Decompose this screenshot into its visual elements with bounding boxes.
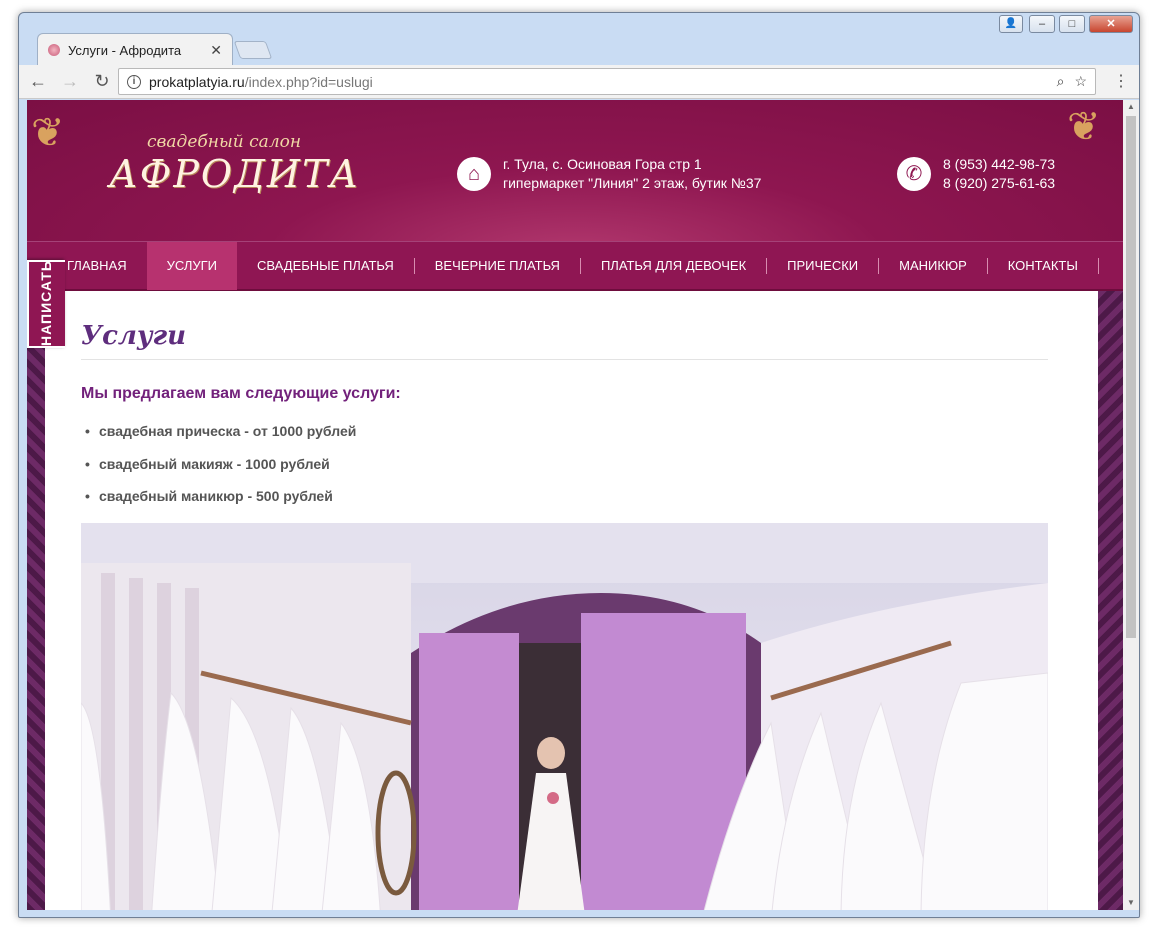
scrollbar[interactable]: ▲ ▼ — [1123, 100, 1139, 910]
corner-ornament-left: ❦ — [31, 110, 65, 156]
new-tab-button[interactable] — [233, 41, 273, 59]
nav-item-wedding-dresses[interactable]: СВАДЕБНЫЕ ПЛАТЬЯ — [237, 242, 414, 290]
url-text[interactable]: prokatplatyia.ru/index.php?id=uslugi — [149, 74, 1047, 90]
site-header: ❦ ❦ свадебный салон АФРОДИТА ⌂ г. Тула, … — [27, 100, 1124, 241]
logo-tagline: свадебный салон — [147, 132, 302, 152]
minimize-button[interactable]: – — [1029, 15, 1055, 33]
page-title: Услуги — [81, 321, 187, 351]
info-icon[interactable]: i — [127, 74, 141, 89]
services-intro: Мы предлагаем вам следующие услуги: — [81, 385, 401, 402]
nav-item-hairstyles[interactable]: ПРИЧЕСКИ — [767, 242, 878, 290]
browser-tab[interactable]: Услуги - Афродита ✕ — [37, 33, 233, 66]
nav-item-manicure[interactable]: МАНИКЮР — [879, 242, 987, 290]
address-line-2: гипермаркет "Линия" 2 этаж, бутик №37 — [503, 175, 762, 191]
services-list: свадебная прическа - от 1000 рублей свад… — [85, 423, 356, 521]
forward-icon[interactable]: → — [57, 71, 83, 92]
browser-window: 👤 – □ ✕ Услуги - Афродита ✕ ← → ↻ i prok… — [18, 12, 1140, 918]
salon-photo-illustration — [81, 523, 1048, 910]
nav-separator — [1097, 257, 1099, 274]
corner-ornament-right: ❦ — [1067, 104, 1101, 150]
maximize-button[interactable]: □ — [1059, 15, 1085, 33]
favicon-icon — [48, 44, 60, 56]
bookmark-star-icon[interactable]: ☆ — [1074, 73, 1087, 90]
browser-menu-icon[interactable]: ⋮ — [1113, 71, 1129, 91]
list-item: свадебный маникюр - 500 рублей — [85, 488, 356, 521]
nav-item-services[interactable]: УСЛУГИ — [146, 241, 238, 290]
url-path: /index.php?id=uslugi — [244, 73, 373, 90]
address-line-1: г. Тула, с. Осиновая Гора стр 1 — [503, 156, 702, 172]
back-icon[interactable]: ← — [25, 71, 51, 92]
address-bar[interactable]: i prokatplatyia.ru/index.php?id=uslugi ⌕… — [118, 68, 1096, 95]
write-button[interactable]: НАПИСАТЬ — [27, 260, 65, 348]
scroll-up-icon[interactable]: ▲ — [1123, 100, 1139, 114]
side-pattern-left — [27, 291, 45, 910]
scrollbar-thumb[interactable] — [1126, 116, 1136, 638]
address-block: ⌂ г. Тула, с. Осиновая Гора стр 1 гиперм… — [457, 155, 761, 193]
main-nav: ГЛАВНАЯ УСЛУГИ СВАДЕБНЫЕ ПЛАТЬЯ ВЕЧЕРНИЕ… — [27, 241, 1124, 291]
nav-item-contacts[interactable]: КОНТАКТЫ — [988, 242, 1098, 290]
salon-photo — [81, 523, 1048, 910]
browser-toolbar: ← → ↻ i prokatplatyia.ru/index.php?id=us… — [19, 65, 1139, 99]
close-tab-icon[interactable]: ✕ — [210, 42, 222, 59]
close-window-button[interactable]: ✕ — [1089, 15, 1133, 33]
home-icon: ⌂ — [457, 157, 491, 191]
phone-2[interactable]: 8 (920) 275-61-63 — [943, 174, 1055, 193]
url-host: prokatplatyia.ru — [149, 73, 245, 90]
list-item: свадебная прическа - от 1000 рублей — [85, 423, 356, 456]
user-icon[interactable]: 👤 — [999, 15, 1023, 33]
phone-block: ✆ 8 (953) 442-98-73 8 (920) 275-61-63 — [897, 155, 1055, 193]
scroll-down-icon[interactable]: ▼ — [1123, 896, 1139, 910]
logo-name: АФРОДИТА — [109, 152, 361, 196]
list-item: свадебный макияж - 1000 рублей — [85, 456, 356, 489]
phone-1[interactable]: 8 (953) 442-98-73 — [943, 155, 1055, 174]
title-divider — [81, 359, 1048, 360]
page-viewport: ❦ ❦ свадебный салон АФРОДИТА ⌂ г. Тула, … — [27, 100, 1124, 910]
zoom-icon[interactable]: ⌕ — [1057, 73, 1065, 90]
tab-title: Услуги - Афродита — [68, 42, 182, 58]
phone-icon: ✆ — [897, 157, 931, 191]
reload-icon[interactable]: ↻ — [89, 71, 115, 92]
site-logo[interactable]: свадебный салон АФРОДИТА — [87, 122, 367, 212]
window-controls: – □ ✕ — [1029, 15, 1133, 33]
nav-item-girls-dresses[interactable]: ПЛАТЬЯ ДЛЯ ДЕВОЧЕК — [581, 242, 766, 290]
side-pattern-right — [1098, 291, 1124, 910]
content-area: Услуги Мы предлагаем вам следующие услуг… — [45, 291, 1098, 910]
nav-item-evening-dresses[interactable]: ВЕЧЕРНИЕ ПЛАТЬЯ — [415, 242, 580, 290]
